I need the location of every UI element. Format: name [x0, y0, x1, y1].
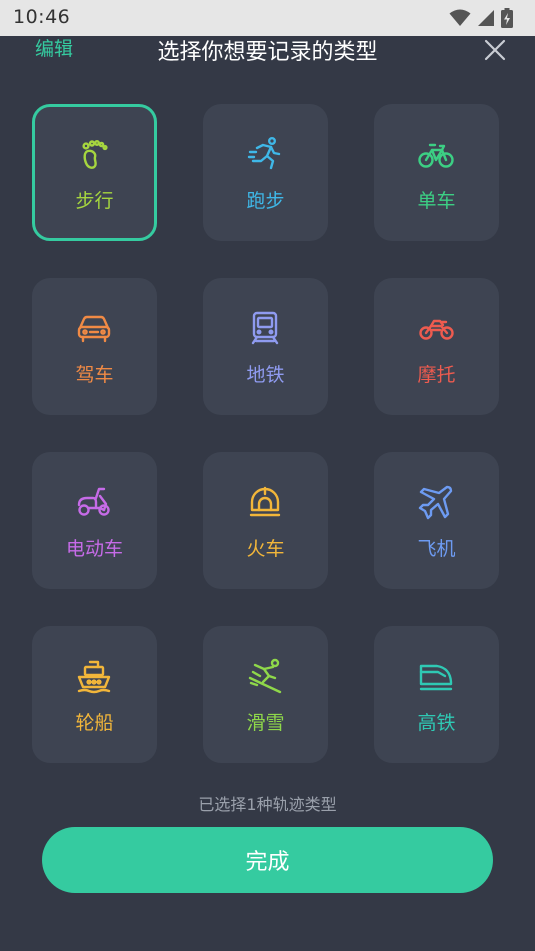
type-card-plane[interactable]: 飞机 — [374, 452, 499, 589]
ski-icon — [248, 658, 282, 694]
type-label: 电动车 — [65, 538, 123, 560]
subway-icon — [251, 311, 279, 345]
type-label: 步行 — [75, 190, 114, 212]
status-time: 10:46 — [13, 6, 71, 28]
runner-icon — [247, 137, 281, 170]
type-label: 滑雪 — [246, 712, 285, 734]
header: 编辑 选择你想要记录的类型 — [0, 36, 535, 82]
selection-count-text: 已选择1种轨迹类型 — [198, 795, 337, 814]
type-card-bike[interactable]: 单车 — [374, 104, 499, 241]
status-icons — [449, 7, 513, 29]
footprint-icon — [82, 139, 108, 169]
type-label: 摩托 — [417, 364, 456, 386]
type-card-ski[interactable]: 滑雪 — [203, 626, 328, 763]
type-card-run[interactable]: 跑步 — [203, 104, 328, 241]
type-label: 轮船 — [75, 712, 114, 734]
type-card-subway[interactable]: 地铁 — [203, 278, 328, 415]
type-card-motorcycle[interactable]: 摩托 — [374, 278, 499, 415]
type-label: 飞机 — [417, 538, 456, 560]
page-title: 选择你想要记录的类型 — [157, 40, 378, 65]
type-card-train[interactable]: 火车 — [203, 452, 328, 589]
train-icon — [249, 486, 281, 517]
type-card-drive[interactable]: 驾车 — [32, 278, 157, 415]
close-icon[interactable] — [483, 38, 507, 62]
bicycle-icon — [418, 143, 454, 168]
battery-charging-icon — [501, 8, 513, 28]
ship-icon — [77, 660, 111, 694]
type-card-ship[interactable]: 轮船 — [32, 626, 157, 763]
type-label: 驾车 — [75, 364, 114, 386]
cellular-signal-icon — [478, 10, 494, 26]
type-label: 单车 — [417, 190, 456, 212]
wifi-icon — [449, 9, 471, 26]
type-label: 火车 — [246, 538, 285, 560]
done-button[interactable]: 完成 — [42, 827, 493, 893]
type-card-ebike[interactable]: 电动车 — [32, 452, 157, 589]
scooter-icon — [77, 487, 110, 516]
motorcycle-icon — [419, 319, 454, 340]
type-label: 高铁 — [417, 712, 456, 734]
type-label: 跑步 — [246, 190, 285, 212]
airplane-icon — [418, 485, 453, 520]
car-icon — [77, 315, 111, 343]
type-label: 地铁 — [246, 364, 285, 386]
type-card-walk[interactable]: 步行 — [32, 104, 157, 241]
status-bar: 10:46 — [0, 0, 535, 36]
highspeed-rail-icon — [419, 664, 453, 691]
type-card-highspeed-rail[interactable]: 高铁 — [374, 626, 499, 763]
